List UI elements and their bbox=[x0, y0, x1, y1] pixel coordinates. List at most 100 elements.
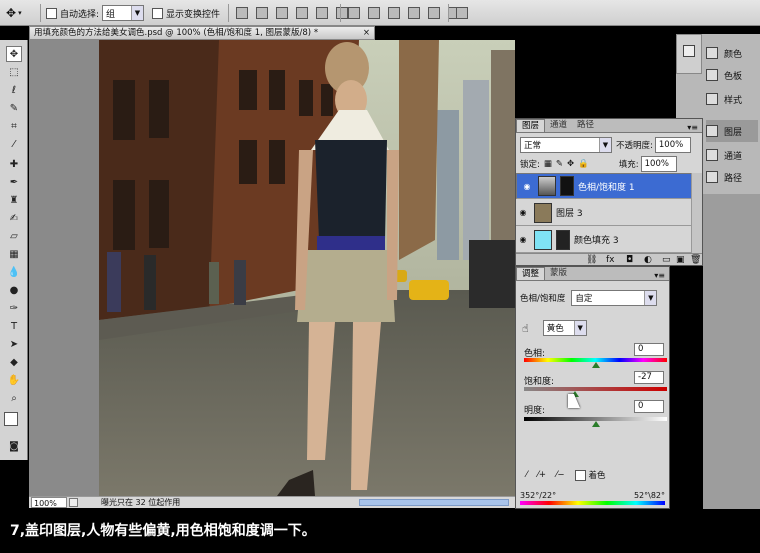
adjustments-panel: 调整 蒙版 ▾≡ 色相/饱和度 自定 ▼ ☝ 黄色 ▼ 色相: 0 饱和度: -… bbox=[515, 266, 670, 509]
hue-input[interactable]: 0 bbox=[634, 343, 664, 356]
eyedropper-add-icon[interactable]: ⁄+ bbox=[537, 470, 546, 480]
healing-brush-icon[interactable]: ✚ bbox=[6, 156, 22, 172]
brush-tool-icon[interactable]: ✒ bbox=[6, 174, 22, 190]
hue-knob[interactable] bbox=[592, 362, 600, 368]
lightness-input[interactable]: 0 bbox=[634, 400, 664, 413]
delete-layer-icon[interactable]: 🗑 bbox=[690, 255, 701, 265]
distribute-bottom-icon[interactable] bbox=[388, 7, 400, 19]
colorize-checkbox[interactable] bbox=[574, 469, 586, 481]
eyedropper-icon[interactable]: ⁄ bbox=[526, 470, 527, 480]
move-tool-icon[interactable]: ✥ bbox=[6, 46, 22, 62]
lock-all-icon[interactable]: 🔒 bbox=[578, 159, 589, 169]
type-tool-icon[interactable]: T bbox=[6, 318, 22, 334]
eraser-icon[interactable]: ▱ bbox=[6, 228, 22, 244]
dock-channels[interactable]: 通道 bbox=[706, 144, 758, 166]
blur-tool-icon[interactable]: 💧 bbox=[6, 264, 22, 280]
panel-menu-icon[interactable]: ▾≡ bbox=[687, 123, 698, 132]
saturation-slider[interactable] bbox=[524, 387, 667, 391]
doc-info-icon[interactable] bbox=[69, 498, 78, 507]
saturation-input[interactable]: -27 bbox=[634, 371, 664, 384]
layer-name: 颜色填充 3 bbox=[574, 236, 619, 246]
distribute-left-icon[interactable] bbox=[408, 7, 420, 19]
layer-thumb bbox=[534, 202, 552, 223]
dock-layers[interactable]: 图层 bbox=[706, 120, 758, 142]
auto-align-icon[interactable] bbox=[456, 7, 468, 19]
fx-icon[interactable]: fx bbox=[606, 255, 615, 265]
target-adjust-hand-icon[interactable]: ☝ bbox=[522, 322, 529, 335]
eyedropper-icon[interactable]: ⁄ bbox=[6, 136, 22, 152]
align-right-icon[interactable] bbox=[336, 7, 348, 19]
tab-layers[interactable]: 图层 bbox=[516, 119, 546, 132]
layers-scrollbar[interactable] bbox=[691, 173, 702, 255]
new-group-icon[interactable]: ▭ bbox=[662, 255, 671, 265]
layer-row-hue-sat[interactable]: ◉ 色相/饱和度 1 bbox=[516, 173, 692, 199]
dock-color[interactable]: 颜色 bbox=[706, 42, 758, 64]
path-select-icon[interactable]: ➤ bbox=[6, 336, 22, 352]
quick-select-icon[interactable]: ✎ bbox=[6, 100, 22, 116]
range-left-readout: 352°/22° bbox=[520, 491, 557, 500]
history-brush-icon[interactable]: ✍ bbox=[6, 210, 22, 226]
crop-tool-icon[interactable]: ⌗ bbox=[6, 118, 22, 134]
pen-tool-icon[interactable]: ✑ bbox=[6, 300, 22, 316]
color-range-bar[interactable] bbox=[520, 501, 665, 505]
zoom-field[interactable]: 100% bbox=[31, 497, 67, 508]
lightness-knob[interactable] bbox=[592, 421, 600, 427]
channel-dropdown[interactable]: 黄色 ▼ bbox=[542, 320, 587, 336]
dodge-tool-icon[interactable]: ● bbox=[6, 282, 22, 298]
layers-panel: 图层 通道 路径 ▾≡ 正常 ▼ 不透明度: 100% 锁定: ▦ ✎ ✥ 🔒 … bbox=[515, 118, 703, 266]
align-left-icon[interactable] bbox=[296, 7, 308, 19]
eye-icon[interactable]: ◉ bbox=[516, 208, 530, 217]
foreground-color-swatch[interactable] bbox=[4, 412, 18, 426]
tab-adjustments[interactable]: 调整 bbox=[516, 267, 546, 280]
opacity-label: 不透明度: bbox=[616, 141, 653, 151]
tab-paths[interactable]: 路径 bbox=[572, 119, 599, 132]
move-tool-preset[interactable]: ✥ ▾ bbox=[6, 5, 22, 21]
zoom-tool-icon[interactable]: ⌕ bbox=[6, 390, 22, 406]
lock-position-icon[interactable]: ✥ bbox=[567, 159, 574, 169]
panel-menu-icon[interactable]: ▾≡ bbox=[654, 271, 665, 280]
clone-stamp-icon[interactable]: ♜ bbox=[6, 192, 22, 208]
status-bar: 100% 曝光只在 32 位起作用 bbox=[29, 496, 515, 508]
auto-select-checkbox[interactable] bbox=[46, 7, 57, 19]
lock-transparent-icon[interactable]: ▦ bbox=[544, 159, 552, 169]
dock-paths[interactable]: 路径 bbox=[706, 166, 758, 188]
shape-tool-icon[interactable]: ◆ bbox=[6, 354, 22, 370]
new-fill-icon[interactable]: ◐ bbox=[644, 255, 652, 265]
align-vcenter-icon[interactable] bbox=[256, 7, 268, 19]
layer-row-color-fill[interactable]: ◉ 颜色填充 3 bbox=[516, 227, 692, 253]
blend-mode-dropdown[interactable]: 正常 ▼ bbox=[520, 137, 612, 153]
document-tab[interactable]: 用填充颜色的方法给美女调色.psd @ 100% (色相/饱和度 1, 图层蒙版… bbox=[29, 26, 375, 40]
close-icon[interactable]: × bbox=[363, 27, 370, 39]
add-mask-icon[interactable]: ◘ bbox=[626, 255, 633, 265]
marquee-tool-icon[interactable]: ⬚ bbox=[6, 64, 22, 80]
auto-select-dropdown[interactable]: 组 ▼ bbox=[102, 5, 144, 21]
align-hcenter-icon[interactable] bbox=[316, 7, 328, 19]
align-bottom-icon[interactable] bbox=[276, 7, 288, 19]
align-top-icon[interactable] bbox=[236, 7, 248, 19]
gradient-tool-icon[interactable]: ▦ bbox=[6, 246, 22, 262]
dock-styles[interactable]: 样式 bbox=[706, 88, 758, 110]
distribute-hcenter-icon[interactable] bbox=[428, 7, 440, 19]
distribute-top-icon[interactable] bbox=[348, 7, 360, 19]
link-layers-icon[interactable]: ⛓ bbox=[586, 255, 597, 265]
navigator-icon[interactable] bbox=[683, 45, 695, 57]
show-transform-checkbox[interactable] bbox=[152, 7, 163, 19]
fill-input[interactable]: 100% bbox=[640, 156, 677, 172]
eye-icon[interactable]: ◉ bbox=[516, 235, 530, 244]
eyedropper-subtract-icon[interactable]: ⁄− bbox=[556, 470, 565, 480]
quick-mask-icon[interactable]: ◙ bbox=[6, 438, 22, 454]
lock-pixels-icon[interactable]: ✎ bbox=[556, 159, 563, 169]
lasso-tool-icon[interactable]: ℓ bbox=[6, 82, 22, 98]
opacity-input[interactable]: 100% bbox=[654, 137, 691, 153]
hand-tool-icon[interactable]: ✋ bbox=[6, 372, 22, 388]
new-layer-icon[interactable]: ▣ bbox=[676, 255, 685, 265]
tab-channels[interactable]: 通道 bbox=[545, 119, 572, 132]
dock-swatches[interactable]: 色板 bbox=[706, 64, 758, 86]
layer-row-layer3[interactable]: ◉ 图层 3 bbox=[516, 200, 692, 226]
distribute-vcenter-icon[interactable] bbox=[368, 7, 380, 19]
eye-icon[interactable]: ◉ bbox=[520, 182, 534, 191]
dock-layers-label: 图层 bbox=[724, 127, 743, 138]
preset-dropdown[interactable]: 自定 ▼ bbox=[571, 290, 658, 306]
horizontal-scrollbar[interactable] bbox=[359, 499, 509, 506]
tab-masks[interactable]: 蒙版 bbox=[545, 267, 572, 280]
